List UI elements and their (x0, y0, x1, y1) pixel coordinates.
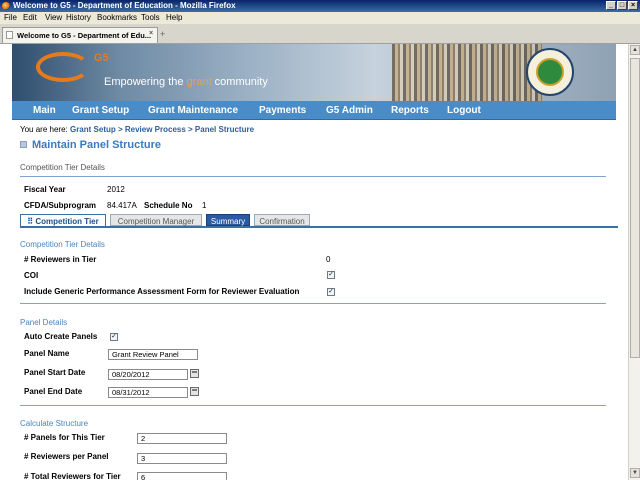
total-reviewers-input[interactable] (137, 472, 227, 480)
tab-competition-manager[interactable]: Competition Manager (110, 214, 202, 226)
firefox-icon (2, 2, 10, 10)
nav-logout[interactable]: Logout (447, 105, 481, 116)
tab-summary[interactable]: Summary (206, 214, 250, 226)
panel-name-input[interactable] (108, 349, 198, 360)
end-date-label: Panel End Date (24, 387, 83, 396)
tier-details-heading: Competition Tier Details (20, 240, 105, 249)
tagline-pre: Empowering the (104, 76, 187, 88)
total-reviewers-label: # Total Reviewers for Tier (24, 472, 121, 480)
nav-grant-maintenance[interactable]: Grant Maintenance (148, 105, 238, 116)
cfda-value: 84.417A (107, 201, 137, 210)
vertical-scrollbar[interactable]: ▲ ▼ (628, 44, 640, 480)
start-date-label: Panel Start Date (24, 368, 86, 377)
tab-competition-tier-label: Competition Tier (35, 217, 99, 226)
divider (20, 303, 606, 304)
tab-underline (20, 226, 618, 228)
nav-main[interactable]: Main (33, 105, 56, 116)
fiscal-year-label: Fiscal Year (24, 185, 66, 194)
coi-checkbox[interactable]: ✓ (327, 271, 335, 279)
section-header: Competition Tier Details (20, 163, 105, 172)
reviewers-per-panel-label: # Reviewers per Panel (24, 452, 109, 461)
browser-tab[interactable]: Welcome to G5 - Department of Edu... × (2, 27, 158, 43)
end-date-input[interactable] (108, 387, 188, 398)
fiscal-year-value: 2012 (107, 185, 125, 194)
page-viewport: G5 Empowering the grant community Main G… (0, 44, 628, 480)
maximize-button[interactable]: □ (617, 1, 627, 10)
menu-help[interactable]: Help (166, 13, 182, 22)
minimize-button[interactable]: _ (606, 1, 616, 10)
scroll-down-icon[interactable]: ▼ (630, 468, 640, 478)
divider (20, 405, 606, 406)
scroll-up-icon[interactable]: ▲ (630, 45, 640, 55)
site-banner: G5 Empowering the grant community (12, 44, 616, 101)
auto-create-label: Auto Create Panels (24, 332, 98, 341)
department-seal-icon (526, 48, 574, 96)
g5-logo (36, 52, 90, 82)
tab-competition-tier[interactable]: ⠿ Competition Tier (20, 214, 106, 226)
browser-tab-bar: Welcome to G5 - Department of Edu... × + (0, 24, 640, 44)
scroll-thumb[interactable] (630, 58, 640, 358)
divider (20, 176, 606, 177)
browser-tab-label: Welcome to G5 - Department of Edu... (17, 31, 152, 40)
menu-bookmarks[interactable]: Bookmarks (97, 13, 137, 22)
calendar-icon[interactable] (190, 387, 199, 396)
panel-details-heading: Panel Details (20, 318, 68, 327)
calculate-heading: Calculate Structure (20, 419, 89, 428)
breadcrumb-prefix: You are here: (20, 125, 70, 134)
panels-for-tier-input[interactable] (137, 433, 227, 444)
page-title-icon (20, 141, 27, 148)
new-tab-button[interactable]: + (160, 29, 165, 39)
panel-name-label: Panel Name (24, 349, 70, 358)
menu-tools[interactable]: Tools (141, 13, 160, 22)
g5-logo-text: G5 (94, 52, 109, 64)
menu-view[interactable]: View (45, 13, 62, 22)
schedule-label: Schedule No (144, 201, 193, 210)
close-tab-icon[interactable]: × (149, 30, 153, 37)
nav-grant-setup[interactable]: Grant Setup (72, 105, 129, 116)
tagline-grant: grant (186, 76, 212, 88)
coi-label: COI (24, 271, 39, 280)
page-icon (6, 31, 13, 39)
breadcrumb-path[interactable]: Grant Setup > Review Process > Panel Str… (70, 125, 254, 134)
page-title: Maintain Panel Structure (32, 139, 161, 151)
library-shelves-image (392, 44, 542, 101)
nav-g5-admin[interactable]: G5 Admin (326, 105, 373, 116)
reviewers-in-tier-value: 0 (326, 255, 331, 264)
generic-form-checkbox[interactable]: ✓ (327, 288, 335, 296)
nav-payments[interactable]: Payments (259, 105, 306, 116)
menu-edit[interactable]: Edit (23, 13, 37, 22)
calendar-icon[interactable] (190, 369, 199, 378)
tagline: Empowering the grant community (104, 76, 268, 88)
panels-for-tier-label: # Panels for This Tier (24, 433, 105, 442)
schedule-value: 1 (202, 201, 207, 210)
window-title: Welcome to G5 - Department of Education … (13, 1, 236, 10)
reviewers-per-panel-input[interactable] (137, 453, 227, 464)
menu-history[interactable]: History (66, 13, 91, 22)
cfda-label: CFDA/Subprogram (24, 201, 96, 210)
menu-bar: File Edit View History Bookmarks Tools H… (0, 12, 640, 24)
window-titlebar: Welcome to G5 - Department of Education … (0, 0, 640, 12)
tagline-post: community (211, 76, 268, 88)
tab-confirmation[interactable]: Confirmation (254, 214, 310, 226)
generic-form-label: Include Generic Performance Assessment F… (24, 287, 300, 296)
menu-file[interactable]: File (4, 13, 17, 22)
reviewers-in-tier-label: # Reviewers in Tier (24, 255, 97, 264)
breadcrumb: You are here: Grant Setup > Review Proce… (20, 125, 254, 134)
start-date-input[interactable] (108, 369, 188, 380)
auto-create-checkbox[interactable]: ✓ (110, 333, 118, 341)
main-nav: Main Grant Setup Grant Maintenance Payme… (12, 101, 616, 120)
page-body: G5 Empowering the grant community Main G… (12, 44, 618, 480)
nav-reports[interactable]: Reports (391, 105, 429, 116)
tree-icon (536, 58, 564, 86)
close-window-button[interactable]: × (628, 1, 638, 10)
